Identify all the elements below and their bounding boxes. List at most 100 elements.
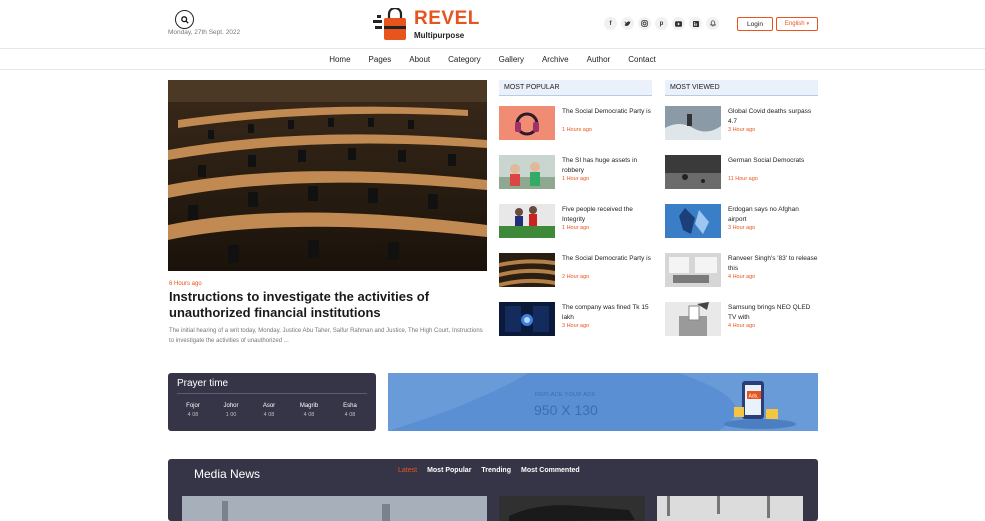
prayer-name: Magrib [299,403,319,409]
parliament-thumbnail [499,253,555,287]
list-item[interactable]: The SI has huge assets in robbery 1 Hour… [499,155,652,190]
hero-description: The initial hearing of a writ today, Mon… [169,328,483,344]
item-title: German Social Democrats [728,157,805,164]
list-item[interactable]: The Social Democratic Party is 2 Hour ag… [499,253,652,288]
item-title: Five people received the Integrity [562,206,633,223]
football-thumbnail [499,204,555,238]
tab-trending[interactable]: Trending [481,467,511,474]
current-date: Monday, 27th Sept. 2022 [168,29,241,36]
abstract-blue-thumbnail [665,204,721,238]
list-item[interactable]: German Social Democrats 11 Hour ago [665,155,818,190]
prayer-title: Prayer time [177,378,229,389]
hero-title[interactable]: Instructions to investigate the activiti… [169,289,489,321]
item-title: The Social Democratic Party is [562,108,651,115]
search-icon [180,15,189,24]
nav-category[interactable]: Category [439,49,489,70]
logo-subtitle: Multipurpose [414,31,465,40]
prayer-time: 1 00 [225,412,237,418]
nav-author[interactable]: Author [578,49,620,70]
tab-latest[interactable]: Latest [398,467,417,474]
list-item[interactable]: Samsung brings NEO QLED TV with 4 Hour a… [665,302,818,337]
language-label: English [784,21,805,27]
language-select[interactable]: English ▾ [776,17,818,31]
nav-about[interactable]: About [400,49,439,70]
item-time: 1 Hour ago [562,225,590,231]
nav-pages[interactable]: Pages [360,49,401,70]
prayer-cell: Johor 1 00 [211,402,251,419]
twitter-icon[interactable] [621,17,634,30]
media-news-section: Media News Latest Most Popular Trending … [168,459,818,521]
youtube-icon[interactable] [672,17,685,30]
ad-size-text: 950 X 130 [534,402,598,418]
shopping-bag-icon [373,8,406,40]
prayer-time-widget: Prayer time Fojor 4 08 Johor 1 00 Asor 4… [168,373,376,431]
prayer-name: Fojor [186,403,200,409]
linkedin-icon[interactable] [689,17,702,30]
ads-badge: Ads. [749,394,759,400]
facebook-icon[interactable]: f [604,17,617,30]
kids-thumbnail [499,155,555,189]
site-logo[interactable]: REVEL Multipurpose [372,6,482,44]
list-item[interactable]: Ranveer Singh's '83' to release this 4 H… [665,253,818,288]
list-item[interactable]: Global Covid deaths surpass 4.7 3 Hour a… [665,106,818,141]
media-image[interactable] [657,496,803,521]
list-item[interactable]: Erdogan says no Afghan airport 3 Hour ag… [665,204,818,239]
login-button[interactable]: Login [737,17,773,31]
prayer-time: 4 08 [344,412,356,418]
item-title: The SI has huge assets in robbery [562,157,638,174]
most-viewed-list: MOST VIEWED Global Covid deaths surpass … [665,80,818,336]
server-thumbnail [499,302,555,336]
media-image[interactable] [182,496,487,521]
prayer-cell: Esha 4 08 [330,402,370,419]
item-time: 3 Hour ago [728,127,756,133]
instagram-icon[interactable] [638,17,651,30]
search-button[interactable] [175,10,194,29]
top-header: Monday, 27th Sept. 2022 REVEL Multipurpo… [0,0,985,49]
hero-image[interactable] [168,80,487,271]
hero-time: 6 Hours ago [169,281,202,287]
most-viewed-heading: MOST VIEWED [665,80,818,96]
caret-down-icon: ▾ [806,21,810,27]
interior-thumbnail [665,253,721,287]
tab-most-commented[interactable]: Most Commented [521,467,580,474]
prayer-time: 4 08 [263,412,275,418]
item-title: Samsung brings NEO QLED TV with [728,304,811,321]
ad-small-text: REPLACE YOUR ADS [535,392,596,398]
media-tabs: Latest Most Popular Trending Most Commen… [398,467,580,474]
item-time: 2 Hour ago [562,274,590,280]
headphones-thumbnail [499,106,555,140]
ballot-box-thumbnail [665,302,721,336]
item-time: 11 Hour ago [728,176,758,182]
ad-banner[interactable]: REPLACE YOUR ADS 950 X 130 Ads. [388,373,818,431]
item-time: 4 Hour ago [728,274,756,280]
flood-thumbnail [665,155,721,189]
social-links: f p [604,17,719,30]
lighthouse-thumbnail [665,106,721,140]
item-title: Ranveer Singh's '83' to release this [728,255,818,272]
nav-archive[interactable]: Archive [533,49,578,70]
pinterest-icon[interactable]: p [655,17,668,30]
item-title: Erdogan says no Afghan airport [728,206,799,223]
list-item[interactable]: The Social Democratic Party is 1 Hours a… [499,106,652,141]
item-title: The company was fined Tk 15 lakh [562,304,649,321]
media-image[interactable] [499,496,645,521]
nav-contact[interactable]: Contact [619,49,665,70]
item-title: The Social Democratic Party is [562,255,651,262]
list-item[interactable]: The company was fined Tk 15 lakh 3 Hour … [499,302,652,337]
nav-home[interactable]: Home [320,49,359,70]
item-title: Global Covid deaths surpass 4.7 [728,108,812,125]
tab-most-popular[interactable]: Most Popular [427,467,471,474]
most-popular-heading: MOST POPULAR [499,80,652,96]
media-news-title: Media News [194,467,261,481]
prayer-time: 4 08 [303,412,315,418]
list-item[interactable]: Five people received the Integrity 1 Hou… [499,204,652,239]
item-time: 4 Hour ago [728,323,756,329]
prayer-name: Johor [223,403,239,409]
most-popular-list: MOST POPULAR The Social Democratic Party… [499,80,652,336]
prayer-time: 4 08 [187,412,199,418]
item-time: 1 Hours ago [562,127,592,133]
notification-icon[interactable] [706,17,719,30]
main-nav: Home Pages About Category Gallery Archiv… [0,49,985,70]
nav-gallery[interactable]: Gallery [490,49,533,70]
prayer-cell: Asor 4 08 [249,402,289,419]
